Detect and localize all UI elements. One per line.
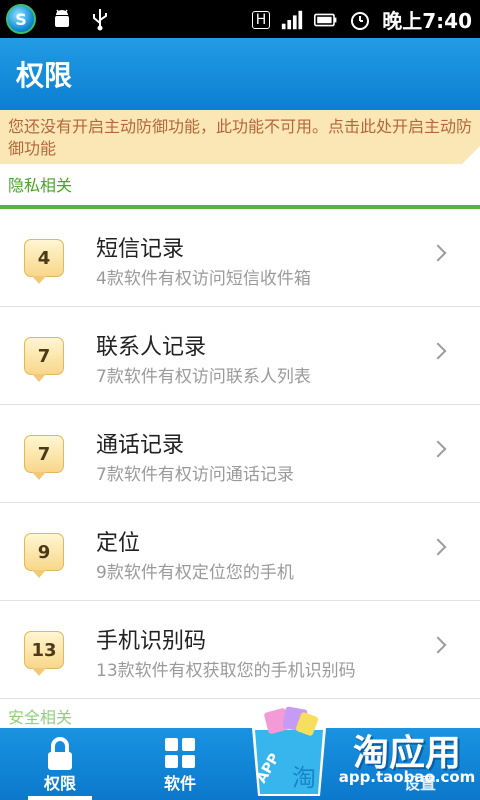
item-subtitle: 13款软件有权获取您的手机识别码 <box>96 661 356 681</box>
list-item-call-log[interactable]: 7 通话记录 7款软件有权访问通话记录 <box>0 405 480 503</box>
item-title: 通话记录 <box>96 433 185 458</box>
chevron-right-icon <box>429 538 447 556</box>
list-item-contacts[interactable]: 7 联系人记录 7款软件有权访问联系人列表 <box>0 307 480 405</box>
tab-permissions[interactable]: 权限 <box>0 728 120 800</box>
section-header-privacy: 隐私相关 <box>8 176 73 195</box>
enable-defense-banner[interactable]: 您还没有开启主动防御功能，此功能不可用。点击此处开启主动防御功能 <box>0 110 480 164</box>
list-item-device-id[interactable]: 13 手机识别码 13款软件有权获取您的手机识别码 <box>0 601 480 699</box>
chevron-right-icon <box>429 440 447 458</box>
title-bar: 权限 <box>0 38 480 110</box>
count-badge: 13 <box>24 631 64 676</box>
item-title: 定位 <box>96 531 141 556</box>
item-subtitle: 7款软件有权访问通话记录 <box>96 465 294 485</box>
watermark-url: app.taobao.com <box>338 768 476 786</box>
page-title: 权限 <box>16 59 73 92</box>
banner-text: 您还没有开启主动防御功能，此功能不可用。点击此处开启主动防御功能 <box>8 117 473 158</box>
tab-label: 软件 <box>163 774 196 793</box>
tab-software[interactable]: 软件 <box>120 728 240 800</box>
android-debug-icon <box>50 7 74 31</box>
banner-fold-corner <box>462 146 480 164</box>
clock-time: 晚上7:40 <box>382 9 472 33</box>
permission-list: 4 短信记录 4款软件有权访问短信收件箱 7 联系人记录 7款软件有权访问联系人… <box>0 209 480 699</box>
item-title: 联系人记录 <box>96 335 207 360</box>
chevron-right-icon <box>429 636 447 654</box>
item-subtitle: 4款软件有权访问短信收件箱 <box>96 269 311 289</box>
lock-icon <box>48 737 72 770</box>
count-badge: 7 <box>24 337 64 382</box>
chevron-right-icon <box>429 244 447 262</box>
battery-icon <box>314 8 338 32</box>
bag-tao-char: 淘 <box>292 764 316 792</box>
count-badge: 9 <box>24 533 64 578</box>
list-item-location[interactable]: 9 定位 9款软件有权定位您的手机 <box>0 503 480 601</box>
grid-icon <box>165 738 195 768</box>
chevron-right-icon <box>429 342 447 360</box>
item-title: 手机识别码 <box>96 629 207 654</box>
list-item-sms[interactable]: 4 短信记录 4款软件有权访问短信收件箱 <box>0 209 480 307</box>
count-badge: 4 <box>24 239 64 284</box>
status-bar: S H 晚上7:40 <box>0 0 480 38</box>
taobao-app-watermark: 淘应用 app.taobao.com <box>334 724 480 800</box>
item-subtitle: 9款软件有权定位您的手机 <box>96 563 294 583</box>
item-subtitle: 7款软件有权访问联系人列表 <box>96 367 311 387</box>
count-badge: 7 <box>24 435 64 480</box>
security-app-icon: S <box>6 4 36 34</box>
network-type-label: H <box>251 10 271 29</box>
tab-label: 权限 <box>43 774 76 793</box>
alarm-icon <box>348 8 372 32</box>
taobao-app-bag-logo: APP 淘 <box>252 706 326 796</box>
item-title: 短信记录 <box>96 237 185 262</box>
signal-icon <box>280 8 304 32</box>
usb-icon <box>88 7 112 31</box>
